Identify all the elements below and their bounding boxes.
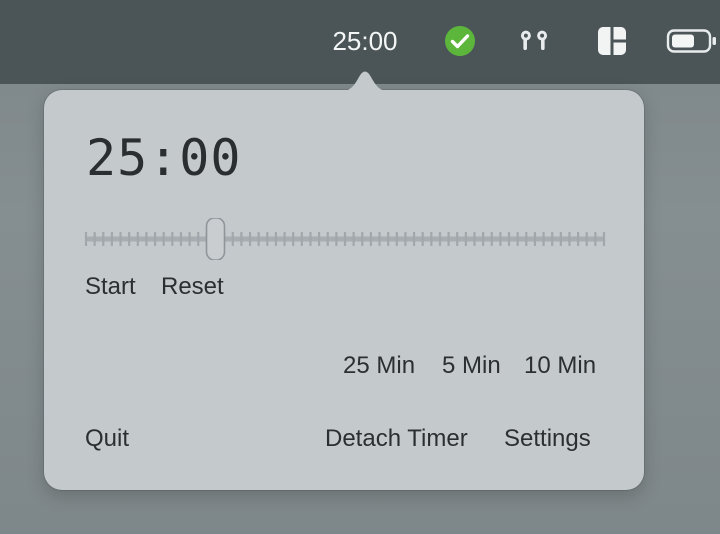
window-layout-icon[interactable]: [594, 24, 630, 58]
preset-10-button[interactable]: 10 Min: [524, 351, 596, 381]
airpods-icon[interactable]: [516, 24, 552, 58]
detach-timer-button[interactable]: Detach Timer: [325, 424, 468, 454]
preset-25-button[interactable]: 25 Min: [343, 351, 415, 381]
battery-icon[interactable]: [664, 24, 720, 58]
popover-arrow: [338, 71, 392, 92]
duration-slider[interactable]: [84, 218, 606, 260]
slider-knob[interactable]: [205, 218, 226, 260]
reset-button[interactable]: Reset: [161, 272, 224, 302]
settings-button[interactable]: Settings: [504, 424, 591, 454]
menubar-timer[interactable]: 25:00: [318, 24, 412, 58]
timer-display: 25:00: [86, 129, 242, 187]
quit-button[interactable]: Quit: [85, 424, 129, 454]
start-button[interactable]: Start: [85, 272, 136, 302]
check-circle-icon[interactable]: [442, 24, 478, 58]
preset-5-button[interactable]: 5 Min: [442, 351, 501, 381]
